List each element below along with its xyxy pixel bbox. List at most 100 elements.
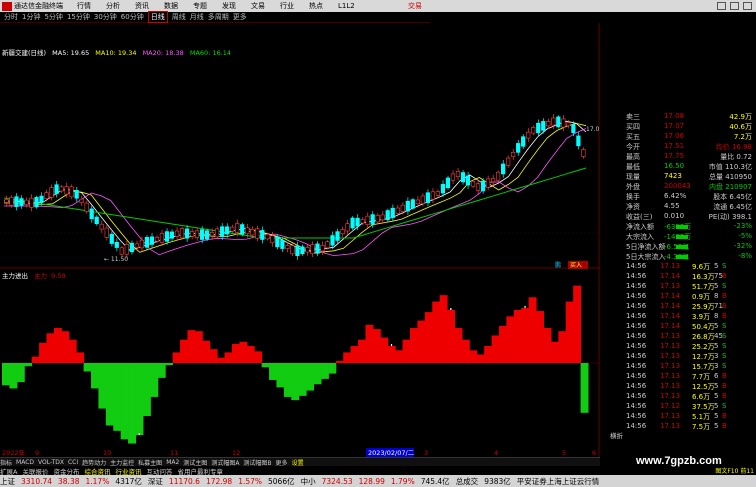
info-tab[interactable]: 省用户最利专章 xyxy=(177,466,223,476)
indicator-bar xyxy=(194,331,203,363)
menu-item-data[interactable]: 数据 xyxy=(164,1,178,11)
indicator-bar xyxy=(31,356,40,363)
menu-item-news[interactable]: 资讯 xyxy=(135,1,149,11)
period-tab[interactable]: 周线 xyxy=(172,12,186,22)
tick-n: 5 xyxy=(714,382,719,390)
status-item: 1.17% xyxy=(85,476,110,486)
info-tab[interactable]: 关联报价 xyxy=(22,466,48,476)
info-tab[interactable]: 行业资讯 xyxy=(115,466,141,476)
candle xyxy=(501,163,506,175)
candle xyxy=(541,121,546,131)
status-item: 1.79% xyxy=(390,476,415,486)
indicator-bar xyxy=(528,297,537,363)
candle xyxy=(330,235,335,246)
indicator-bar xyxy=(402,339,411,363)
candle xyxy=(350,217,355,229)
info-tab[interactable]: 综合资讯 xyxy=(84,466,110,476)
tick-n: 5 xyxy=(714,422,719,430)
menu-item-topics[interactable]: 专题 xyxy=(193,1,207,11)
date-label: 11 xyxy=(170,449,178,457)
period-tab[interactable]: 月线 xyxy=(190,12,204,22)
quote-value: 6.42% xyxy=(664,192,687,200)
indicator-bar xyxy=(387,346,396,363)
period-tab[interactable]: 30分钟 xyxy=(94,12,117,22)
close-icon[interactable] xyxy=(743,2,752,10)
menu-item-wenyi[interactable]: 文易 xyxy=(251,1,265,11)
candle xyxy=(84,202,89,212)
period-tab[interactable]: 60分钟 xyxy=(121,12,144,22)
period-tab[interactable]: 日线 xyxy=(147,11,168,23)
indicator-bar xyxy=(224,352,233,363)
menu-item-quotes[interactable]: 行情 xyxy=(77,1,91,11)
menu-bar: 通达信金融终端 行情 分析 资讯 数据 专题 发现 文易 行业 热点 L1L2 … xyxy=(0,0,756,12)
indicator-bar xyxy=(580,363,589,413)
status-corner[interactable]: 图文F10 前11 xyxy=(715,466,754,475)
candle xyxy=(164,231,170,242)
tick-time: 14:56 xyxy=(626,262,647,270)
maximize-icon[interactable] xyxy=(730,2,739,10)
ma10-line xyxy=(4,122,587,254)
period-tab[interactable]: 多周期 xyxy=(208,12,229,22)
tick-time: 14:56 xyxy=(626,292,647,300)
candle xyxy=(74,190,79,199)
trade-button[interactable]: 交易 xyxy=(408,1,422,11)
period-tab[interactable]: 1分钟 xyxy=(22,12,40,22)
indicator-bar xyxy=(276,363,285,388)
indicator-tab[interactable]: CCI xyxy=(68,459,78,466)
quote-value2: -23% xyxy=(733,222,752,230)
candle xyxy=(290,245,295,255)
status-item: 平安证券上海上证云行情 xyxy=(516,476,600,486)
period-tab[interactable]: 更多 xyxy=(233,12,247,22)
info-tab[interactable]: 扩展A xyxy=(0,466,17,476)
menu-item-industry[interactable]: 行业 xyxy=(280,1,294,11)
indicator-tab[interactable]: MACD xyxy=(16,459,34,466)
quote-row: 最高 17.75 量比 0.72 xyxy=(600,152,756,162)
candle xyxy=(129,242,134,253)
tick-time: 14:56 xyxy=(626,302,647,310)
menu-item-discover[interactable]: 发现 xyxy=(222,1,236,11)
tick-n: 3 xyxy=(714,362,719,370)
period-tab[interactable]: 分时 xyxy=(4,12,18,22)
candle xyxy=(59,186,64,192)
indicator-tab[interactable]: VOL-TDX xyxy=(38,459,64,466)
quote-value: 0.010 xyxy=(664,212,685,220)
side-tab[interactable]: 横折 xyxy=(610,430,623,440)
candle xyxy=(485,178,491,188)
candle xyxy=(169,231,175,239)
info-tab[interactable]: 资金分布 xyxy=(53,466,79,476)
indicator-bar xyxy=(180,339,188,363)
info-tab[interactable]: 互动问答 xyxy=(146,466,172,476)
buy-tag: 买入 xyxy=(570,261,582,269)
tick-row: 14:56 17.13 9.6万 5 S xyxy=(600,262,756,272)
tick-time: 14:56 xyxy=(626,282,647,290)
minimize-icon[interactable] xyxy=(717,2,726,10)
candle xyxy=(245,227,250,235)
candle xyxy=(521,136,526,147)
kline-chart[interactable]: 18.0017.0016.0015.0014.0013.0012.00← 11.… xyxy=(0,23,600,459)
indicator-bar xyxy=(313,363,322,385)
tick-bs: B xyxy=(722,412,727,420)
indicator-tab[interactable]: MA2 xyxy=(166,459,179,466)
menu-item-analysis[interactable]: 分析 xyxy=(106,1,120,11)
tick-time: 14:56 xyxy=(626,362,647,370)
tick-row: 14:56 17.14 25.9万 71 B xyxy=(600,302,756,312)
candle xyxy=(305,247,310,253)
candle xyxy=(154,237,160,242)
period-tab[interactable]: 15分钟 xyxy=(67,12,90,22)
candle xyxy=(495,171,501,181)
quote-value2: 7.2万 xyxy=(733,133,752,141)
menu-item-l1l2[interactable]: L1L2 xyxy=(338,2,355,10)
period-tab[interactable]: 5分钟 xyxy=(44,12,62,22)
tick-time: 14:56 xyxy=(626,392,647,400)
candle xyxy=(470,181,476,187)
signal-tick xyxy=(524,305,526,308)
indicator-bar xyxy=(254,351,263,363)
tick-row: 14:56 17.14 16.3万 75 B xyxy=(600,272,756,282)
candle xyxy=(255,228,260,239)
tick-time: 14:56 xyxy=(626,412,647,420)
menu-item-hot[interactable]: 热点 xyxy=(309,1,323,11)
candle xyxy=(104,227,109,238)
candle xyxy=(179,228,185,239)
candle xyxy=(79,198,84,203)
ma60-label: MA60: 16.14 xyxy=(189,49,232,57)
